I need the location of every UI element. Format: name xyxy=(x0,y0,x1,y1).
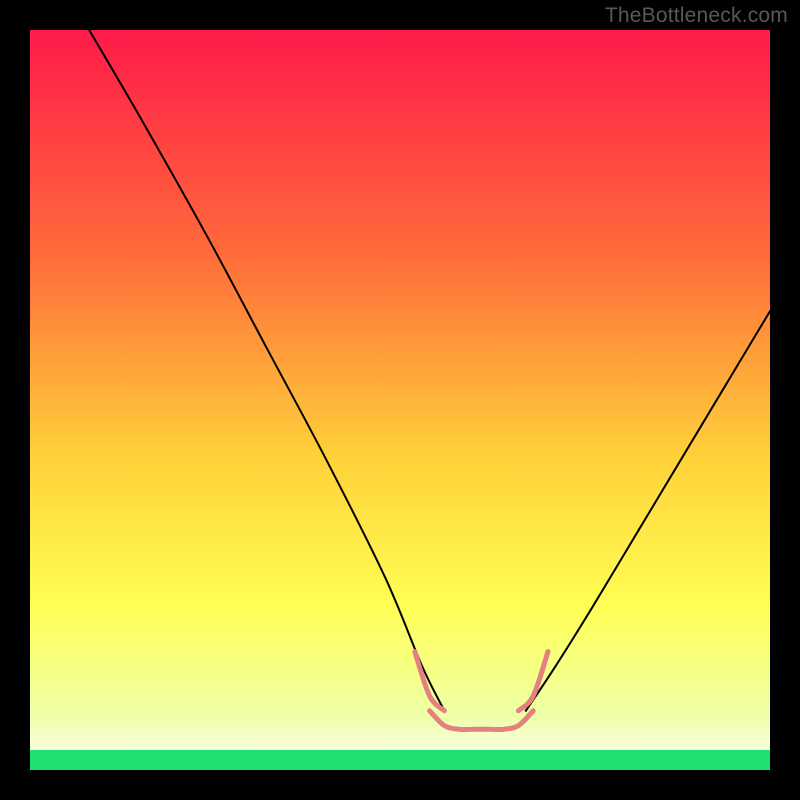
chart-container xyxy=(30,30,770,770)
chart-svg xyxy=(30,30,770,770)
chart-background xyxy=(30,30,770,770)
watermark-text: TheBottleneck.com xyxy=(605,4,788,28)
chart-bottom-band xyxy=(30,750,770,770)
